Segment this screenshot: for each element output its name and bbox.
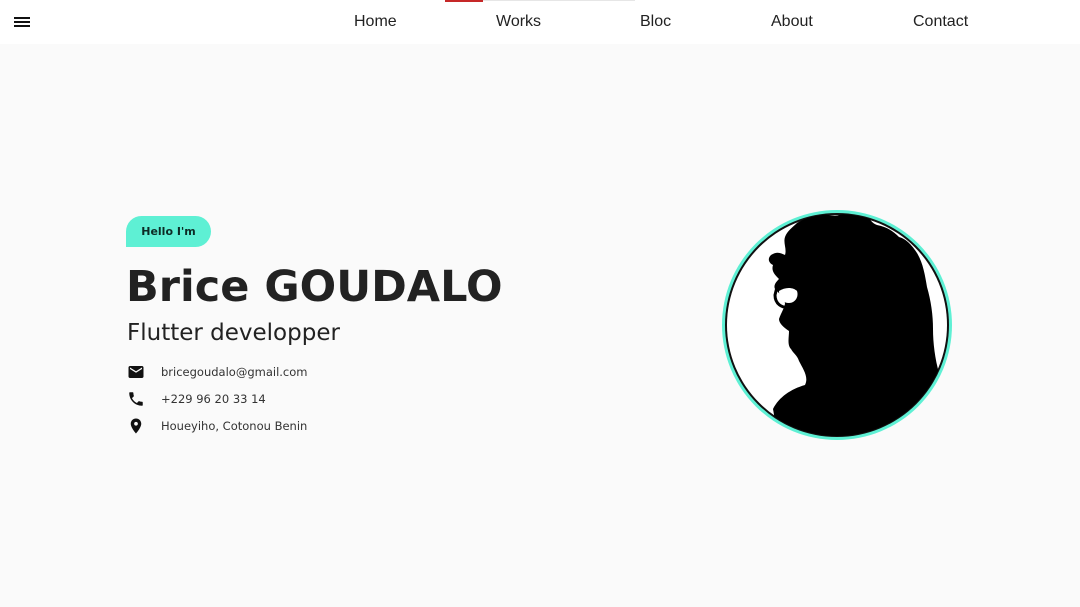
- nav-link-home[interactable]: Home: [354, 13, 397, 31]
- top-navbar: Home Works Bloc About Contact: [0, 0, 1080, 44]
- location-pin-icon: [127, 417, 145, 435]
- nav-link-contact[interactable]: Contact: [913, 13, 968, 31]
- nav-link-about[interactable]: About: [771, 13, 813, 31]
- contact-location: Houeyiho, Cotonou Benin: [127, 416, 307, 436]
- email-text: bricegoudalo@gmail.com: [161, 365, 308, 379]
- phone-icon: [127, 390, 145, 408]
- nav-active-indicator: [445, 0, 483, 2]
- profile-avatar: [721, 209, 953, 441]
- greeting-badge: Hello I'm: [126, 216, 211, 247]
- phone-text: +229 96 20 33 14: [161, 392, 266, 406]
- contact-phone: +229 96 20 33 14: [127, 389, 266, 409]
- location-text: Houeyiho, Cotonou Benin: [161, 419, 308, 433]
- nav-link-bloc[interactable]: Bloc: [640, 13, 671, 31]
- email-icon: [127, 363, 145, 381]
- hero-role: Flutter developper: [127, 320, 340, 346]
- menu-icon[interactable]: [14, 15, 30, 29]
- nav-link-works[interactable]: Works: [496, 13, 541, 31]
- contact-email: bricegoudalo@gmail.com: [127, 362, 307, 382]
- hero-name: Brice GOUDALO: [126, 262, 503, 312]
